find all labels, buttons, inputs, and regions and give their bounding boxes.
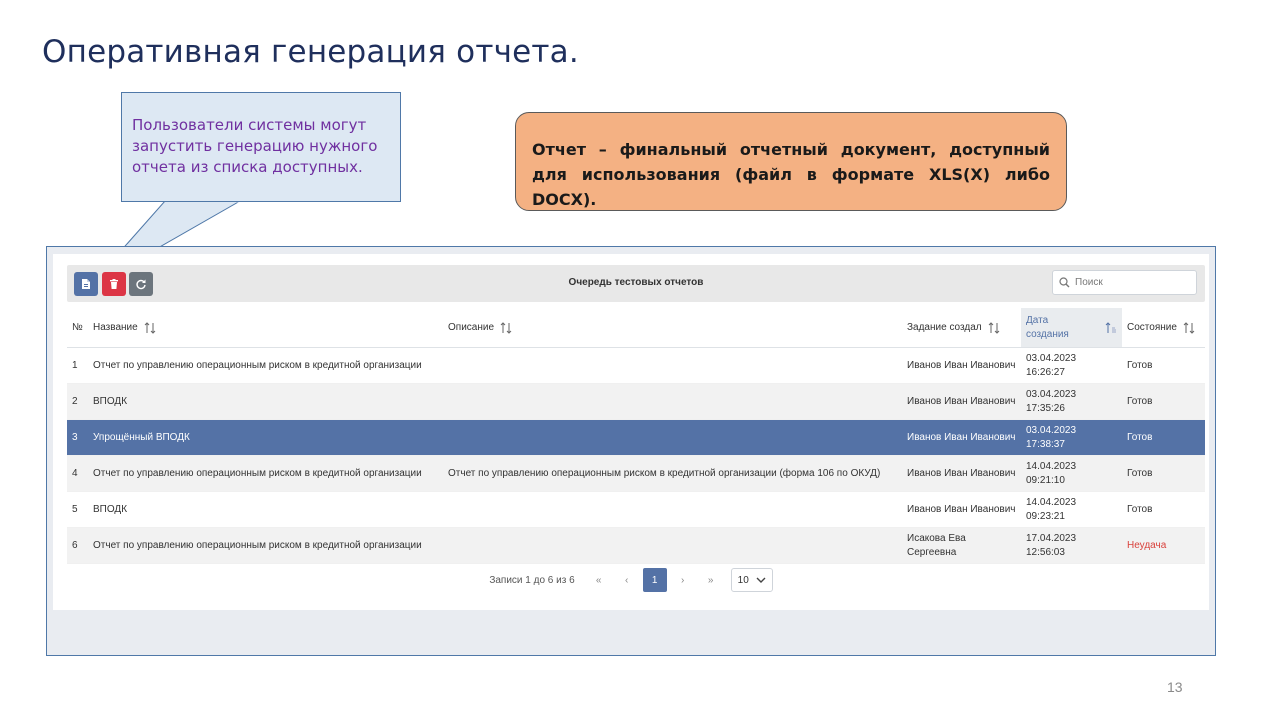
table-row[interactable]: 1 Отчет по управлению операционным риско… bbox=[67, 347, 1205, 384]
search-input[interactable] bbox=[1075, 277, 1185, 288]
cell-description bbox=[443, 527, 902, 564]
search-icon bbox=[1059, 277, 1070, 288]
cell-num: 1 bbox=[67, 347, 88, 384]
page-number: 13 bbox=[1167, 679, 1183, 695]
cell-name: Отчет по управлению операционным риском … bbox=[88, 455, 443, 492]
table-row[interactable]: 4 Отчет по управлению операционным риско… bbox=[67, 455, 1205, 492]
col-date-header[interactable]: Дата создания bbox=[1021, 308, 1122, 348]
cell-date: 03.04.2023 17:35:26 bbox=[1021, 383, 1122, 420]
cell-status-failed: Неудача bbox=[1122, 527, 1205, 564]
cell-name: ВПОДК bbox=[88, 491, 443, 528]
app-screenshot: Очередь тестовых отчетов № Название bbox=[46, 246, 1216, 656]
sort-ascending-icon[interactable] bbox=[1105, 321, 1117, 334]
first-page-button[interactable]: « bbox=[585, 568, 613, 592]
col-status-header[interactable]: Состояние bbox=[1122, 308, 1205, 348]
records-info: Записи 1 до 6 из 6 bbox=[489, 574, 575, 586]
col-name-header[interactable]: Название bbox=[88, 308, 443, 348]
queue-title: Очередь тестовых отчетов bbox=[568, 277, 704, 288]
toolbar: Очередь тестовых отчетов bbox=[67, 265, 1205, 302]
cell-description bbox=[443, 491, 902, 528]
cell-num: 6 bbox=[67, 527, 88, 564]
report-queue-panel: Очередь тестовых отчетов № Название bbox=[53, 254, 1209, 610]
sort-icon[interactable] bbox=[500, 321, 512, 334]
cell-date: 14.04.2023 09:23:21 bbox=[1021, 491, 1122, 528]
table-header: № Название Описание Задание создал Дата … bbox=[67, 308, 1205, 348]
cell-date: 17.04.2023 12:56:03 bbox=[1021, 527, 1122, 564]
table-row[interactable]: 6 Отчет по управлению операционным риско… bbox=[67, 527, 1205, 564]
sort-icon[interactable] bbox=[988, 321, 1000, 334]
cell-created-by: Иванов Иван Иванович bbox=[902, 491, 1021, 528]
table-row[interactable]: 5 ВПОДК Иванов Иван Иванович 14.04.2023 … bbox=[67, 491, 1205, 528]
page-size-value: 10 bbox=[737, 574, 749, 586]
cell-description bbox=[443, 383, 902, 420]
col-created-by-header[interactable]: Задание создал bbox=[902, 308, 1021, 348]
definition-box: Отчет – финальный отчетный документ, дос… bbox=[515, 112, 1067, 211]
callout-text: Пользователи системы могут запустить ген… bbox=[132, 116, 378, 176]
cell-date: 03.04.2023 16:26:27 bbox=[1021, 347, 1122, 384]
cell-status: Готов bbox=[1122, 455, 1205, 492]
cell-created-by: Иванов Иван Иванович bbox=[902, 383, 1021, 420]
sort-icon[interactable] bbox=[1183, 321, 1195, 334]
cell-name: Упрощённый ВПОДК bbox=[88, 419, 443, 456]
cell-description bbox=[443, 419, 902, 456]
callout-box: Пользователи системы могут запустить ген… bbox=[121, 92, 401, 202]
slide-title: Оперативная генерация отчета. bbox=[42, 34, 579, 70]
cell-created-by: Иванов Иван Иванович bbox=[902, 419, 1021, 456]
cell-date: 03.04.2023 17:38:37 bbox=[1021, 419, 1122, 456]
cell-status: Готов bbox=[1122, 347, 1205, 384]
cell-description bbox=[443, 347, 902, 384]
next-page-button[interactable]: › bbox=[669, 568, 697, 592]
table-row[interactable]: 2 ВПОДК Иванов Иван Иванович 03.04.2023 … bbox=[67, 383, 1205, 420]
cell-created-by: Иванов Иван Иванович bbox=[902, 455, 1021, 492]
cell-num: 4 bbox=[67, 455, 88, 492]
definition-text: Отчет – финальный отчетный документ, дос… bbox=[532, 140, 1050, 209]
col-description-header[interactable]: Описание bbox=[443, 308, 902, 348]
cell-status: Готов bbox=[1122, 383, 1205, 420]
cell-num: 5 bbox=[67, 491, 88, 528]
page-size-select[interactable]: 10 bbox=[730, 568, 773, 592]
col-num-header: № bbox=[67, 308, 88, 348]
cell-name: Отчет по управлению операционным риском … bbox=[88, 347, 443, 384]
cell-status: Готов bbox=[1122, 419, 1205, 456]
search-box[interactable] bbox=[1052, 270, 1197, 295]
page-button-current[interactable]: 1 bbox=[642, 568, 667, 592]
cell-date: 14.04.2023 09:21:10 bbox=[1021, 455, 1122, 492]
cell-num: 2 bbox=[67, 383, 88, 420]
cell-description: Отчет по управлению операционным риском … bbox=[443, 455, 902, 492]
sort-icon[interactable] bbox=[144, 321, 156, 334]
cell-name: Отчет по управлению операционным риском … bbox=[88, 527, 443, 564]
prev-page-button[interactable]: ‹ bbox=[613, 568, 641, 592]
last-page-button[interactable]: » bbox=[697, 568, 725, 592]
cell-name: ВПОДК bbox=[88, 383, 443, 420]
reports-table: № Название Описание Задание создал Дата … bbox=[67, 308, 1205, 564]
chevron-down-icon bbox=[756, 577, 766, 583]
cell-created-by: Исакова Ева Сергеевна bbox=[902, 527, 1021, 564]
cell-num: 3 bbox=[67, 419, 88, 456]
cell-created-by: Иванов Иван Иванович bbox=[902, 347, 1021, 384]
cell-status: Готов bbox=[1122, 491, 1205, 528]
pagination: Записи 1 до 6 из 6 « ‹ 1 › » 10 bbox=[53, 567, 1209, 593]
table-row-selected[interactable]: 3 Упрощённый ВПОДК Иванов Иван Иванович … bbox=[67, 419, 1205, 456]
